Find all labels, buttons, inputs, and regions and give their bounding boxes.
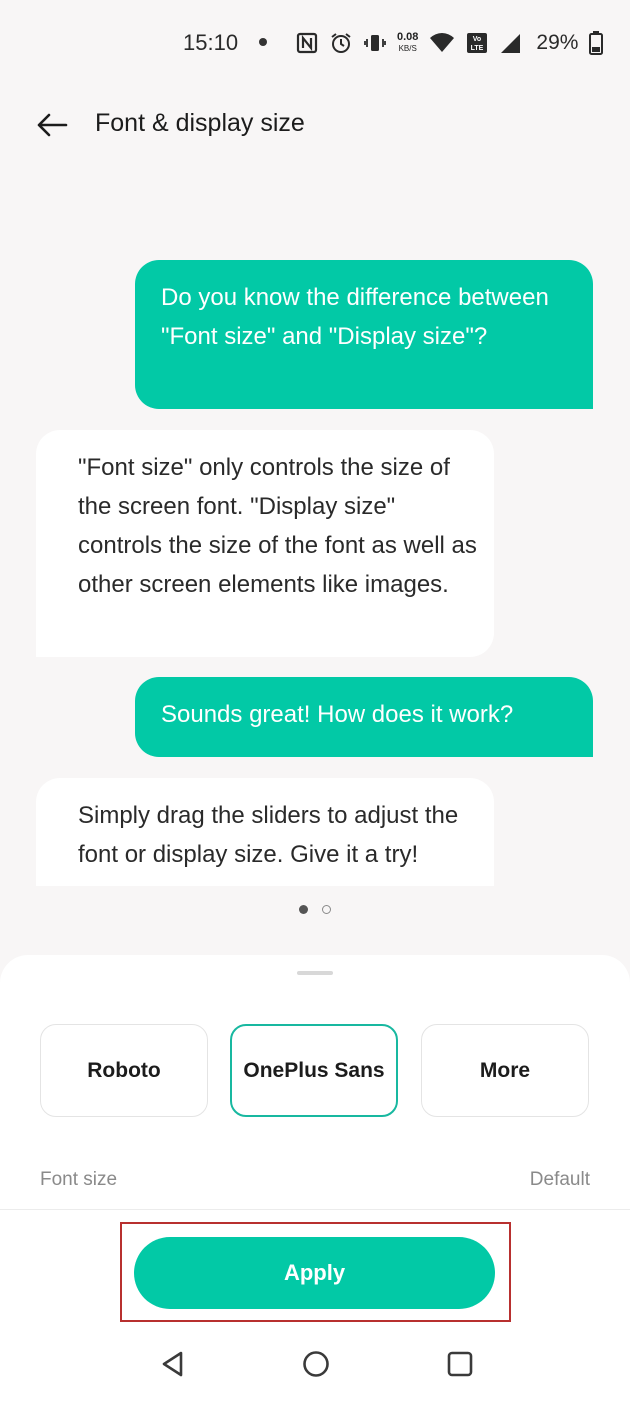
font-size-label: Font size — [40, 1169, 118, 1190]
notification-dot-icon — [259, 38, 267, 46]
svg-text:LTE: LTE — [471, 45, 484, 52]
battery-percent: 29% — [536, 31, 579, 54]
status-time: 15:10 — [183, 30, 239, 55]
divider — [0, 1209, 630, 1210]
font-size-value: Default — [529, 1169, 590, 1190]
page-title: Font & display size — [95, 109, 305, 137]
chat-bubble-text: "Font size" only controls the size of th… — [78, 454, 477, 598]
drag-handle[interactable] — [297, 971, 333, 975]
system-nav-bar — [0, 1331, 630, 1401]
page-dot-active[interactable] — [299, 905, 308, 914]
net-speed-value: 0.08 — [397, 31, 419, 43]
vibrate-icon — [364, 35, 386, 51]
volte-icon: Vo LTE — [467, 33, 488, 53]
nav-back-button[interactable] — [148, 1339, 198, 1389]
net-speed-unit: KB/S — [398, 44, 417, 53]
recents-square-icon — [447, 1351, 473, 1377]
preview-chat: Do you know the difference between "Font… — [0, 258, 630, 886]
status-icons: 0.08 KB/S Vo LTE 29% — [296, 28, 604, 58]
chat-bubble-text: Simply drag the sliders to adjust the fo… — [78, 802, 459, 868]
page-dot-inactive[interactable] — [322, 905, 331, 914]
net-speed: 0.08 KB/S — [397, 32, 418, 54]
app-header: Font & display size — [0, 95, 630, 155]
back-triangle-icon — [162, 1351, 183, 1377]
nav-recents-button[interactable] — [435, 1339, 485, 1389]
cell-signal-icon — [501, 34, 521, 53]
home-circle-icon — [303, 1351, 329, 1377]
chat-bubble-answer: "Font size" only controls the size of th… — [36, 430, 494, 657]
chat-bubble-question: Do you know the difference between "Font… — [135, 260, 593, 409]
font-option-roboto[interactable]: Roboto — [40, 1024, 208, 1117]
page-indicator — [299, 905, 331, 914]
svg-text:Vo: Vo — [473, 36, 481, 43]
apply-button[interactable]: Apply — [134, 1237, 495, 1309]
chat-bubble-answer: Simply drag the sliders to adjust the fo… — [36, 778, 494, 886]
chat-bubble-text: Sounds great! How does it work? — [161, 701, 514, 728]
wifi-icon — [430, 33, 455, 52]
arrow-left-icon — [37, 113, 68, 137]
font-option-more[interactable]: More — [421, 1024, 589, 1117]
chat-bubble-text: Do you know the difference between "Font… — [161, 284, 549, 350]
alarm-icon — [331, 33, 351, 53]
back-button[interactable] — [30, 105, 74, 145]
status-bar: 15:10 0.08 KB/S Vo LTE 29% — [0, 0, 630, 85]
chat-bubble-question: Sounds great! How does it work? — [135, 677, 593, 757]
battery-icon — [589, 31, 604, 55]
font-option-oneplus-sans[interactable]: OnePlus Sans — [230, 1024, 398, 1117]
nav-home-button[interactable] — [291, 1339, 341, 1389]
nfc-icon — [296, 32, 318, 54]
